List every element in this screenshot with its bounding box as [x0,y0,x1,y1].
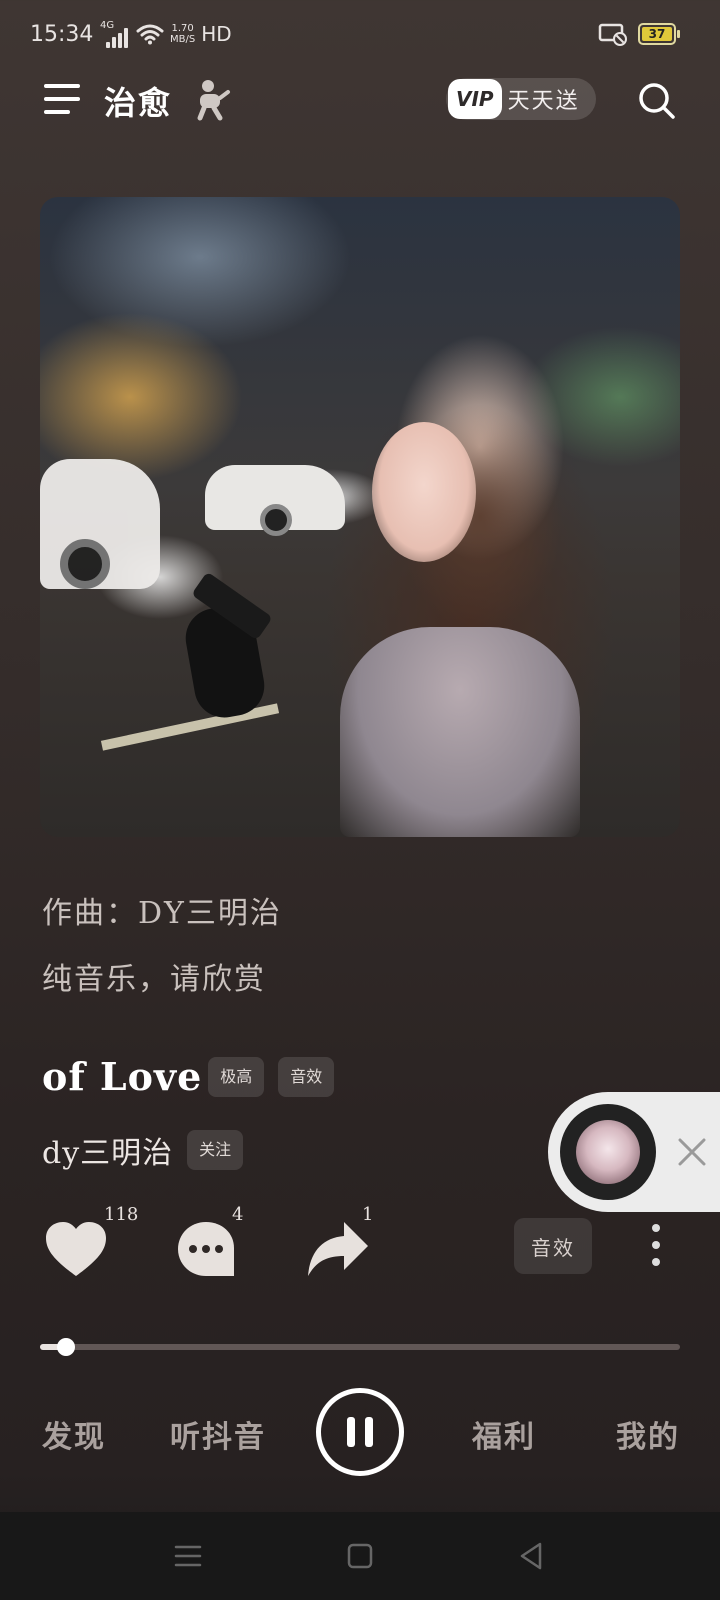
back-icon[interactable] [516,1540,548,1572]
more-icon[interactable] [648,1224,664,1270]
hd-indicator: HD [201,22,232,46]
description-note: 纯音乐，请欣赏 [42,962,266,997]
close-icon[interactable] [672,1132,712,1172]
pause-icon-bar [365,1417,373,1447]
nav-welfare[interactable]: 福利 [472,1412,536,1456]
nav-mine[interactable]: 我的 [616,1412,680,1456]
nav-listen-douyin[interactable]: 听抖音 [170,1412,266,1456]
bottom-nav: 发现 听抖音 福利 我的 [0,1380,720,1490]
progress-bar[interactable] [40,1338,680,1356]
share-button[interactable]: 1 [306,1204,386,1290]
vip-badge: VIP [448,79,502,119]
follow-button[interactable]: 关注 [187,1130,244,1170]
speed-unit: MB/S [170,34,196,45]
effects-tag[interactable]: 音效 [278,1056,335,1097]
battery-percent: 37 [648,27,666,41]
vip-promo-button[interactable]: VIP 天天送 [446,78,596,120]
comment-count: 4 [232,1204,244,1225]
share-icon [308,1222,368,1276]
pause-icon [347,1417,355,1447]
song-title: of Love [42,1054,203,1099]
vip-text: 天天送 [507,89,580,114]
heart-icon [46,1222,106,1276]
mascot-icon [197,80,230,121]
like-count: 118 [104,1204,139,1225]
cover-person-body [340,627,580,837]
battery-indicator: 37 [638,23,680,45]
cover-car [40,459,160,589]
mini-player-disc[interactable] [560,1104,656,1200]
page-title: 治愈 [104,84,173,122]
artist-name[interactable]: dy三明治 [42,1128,173,1172]
home-icon[interactable] [344,1540,376,1572]
pause-button[interactable] [316,1388,404,1476]
comment-button[interactable]: 4 [176,1204,256,1290]
sound-effects-button[interactable]: 音效 [514,1218,592,1274]
system-nav-bar [0,1512,720,1600]
share-count: 1 [362,1204,374,1225]
wifi-icon [136,24,164,45]
menu-icon[interactable] [44,84,82,116]
album-cover[interactable] [40,197,680,837]
search-icon[interactable] [636,80,676,120]
cast-icon [598,23,627,46]
cover-road-marking [100,703,280,751]
cover-person-face [372,422,476,562]
status-time: 15:34 [30,22,94,47]
cover-car [205,465,345,536]
action-row: 118 4 1 音效 [0,1204,720,1300]
cellular-signal-icon: 4G [100,20,130,48]
mini-player-artwork [576,1120,640,1184]
quality-tag[interactable]: 极高 [208,1056,265,1097]
nav-discover[interactable]: 发现 [42,1412,106,1456]
status-right: 37 [598,22,680,46]
battery-level: 37 [642,27,672,41]
network-indicators: 4G 1.70 MB/S HD [100,20,232,48]
network-speed: 1.70 MB/S [170,23,195,45]
artist-row: dy三明治 关注 [42,1128,244,1172]
composer-line: 作曲：DY三明治 [42,896,282,931]
header: 治愈 VIP 天天送 [0,70,720,130]
speed-value: 1.70 [171,23,194,34]
comment-icon [178,1222,234,1276]
like-button[interactable]: 118 [44,1204,138,1290]
floating-mini-player[interactable] [548,1092,720,1212]
status-bar: 15:34 4G 1.70 MB/S HD 37 [0,0,720,72]
song-title-row: of Love 极高 音效 [42,1054,335,1099]
recent-apps-icon[interactable] [172,1540,204,1572]
progress-thumb[interactable] [56,1338,75,1356]
